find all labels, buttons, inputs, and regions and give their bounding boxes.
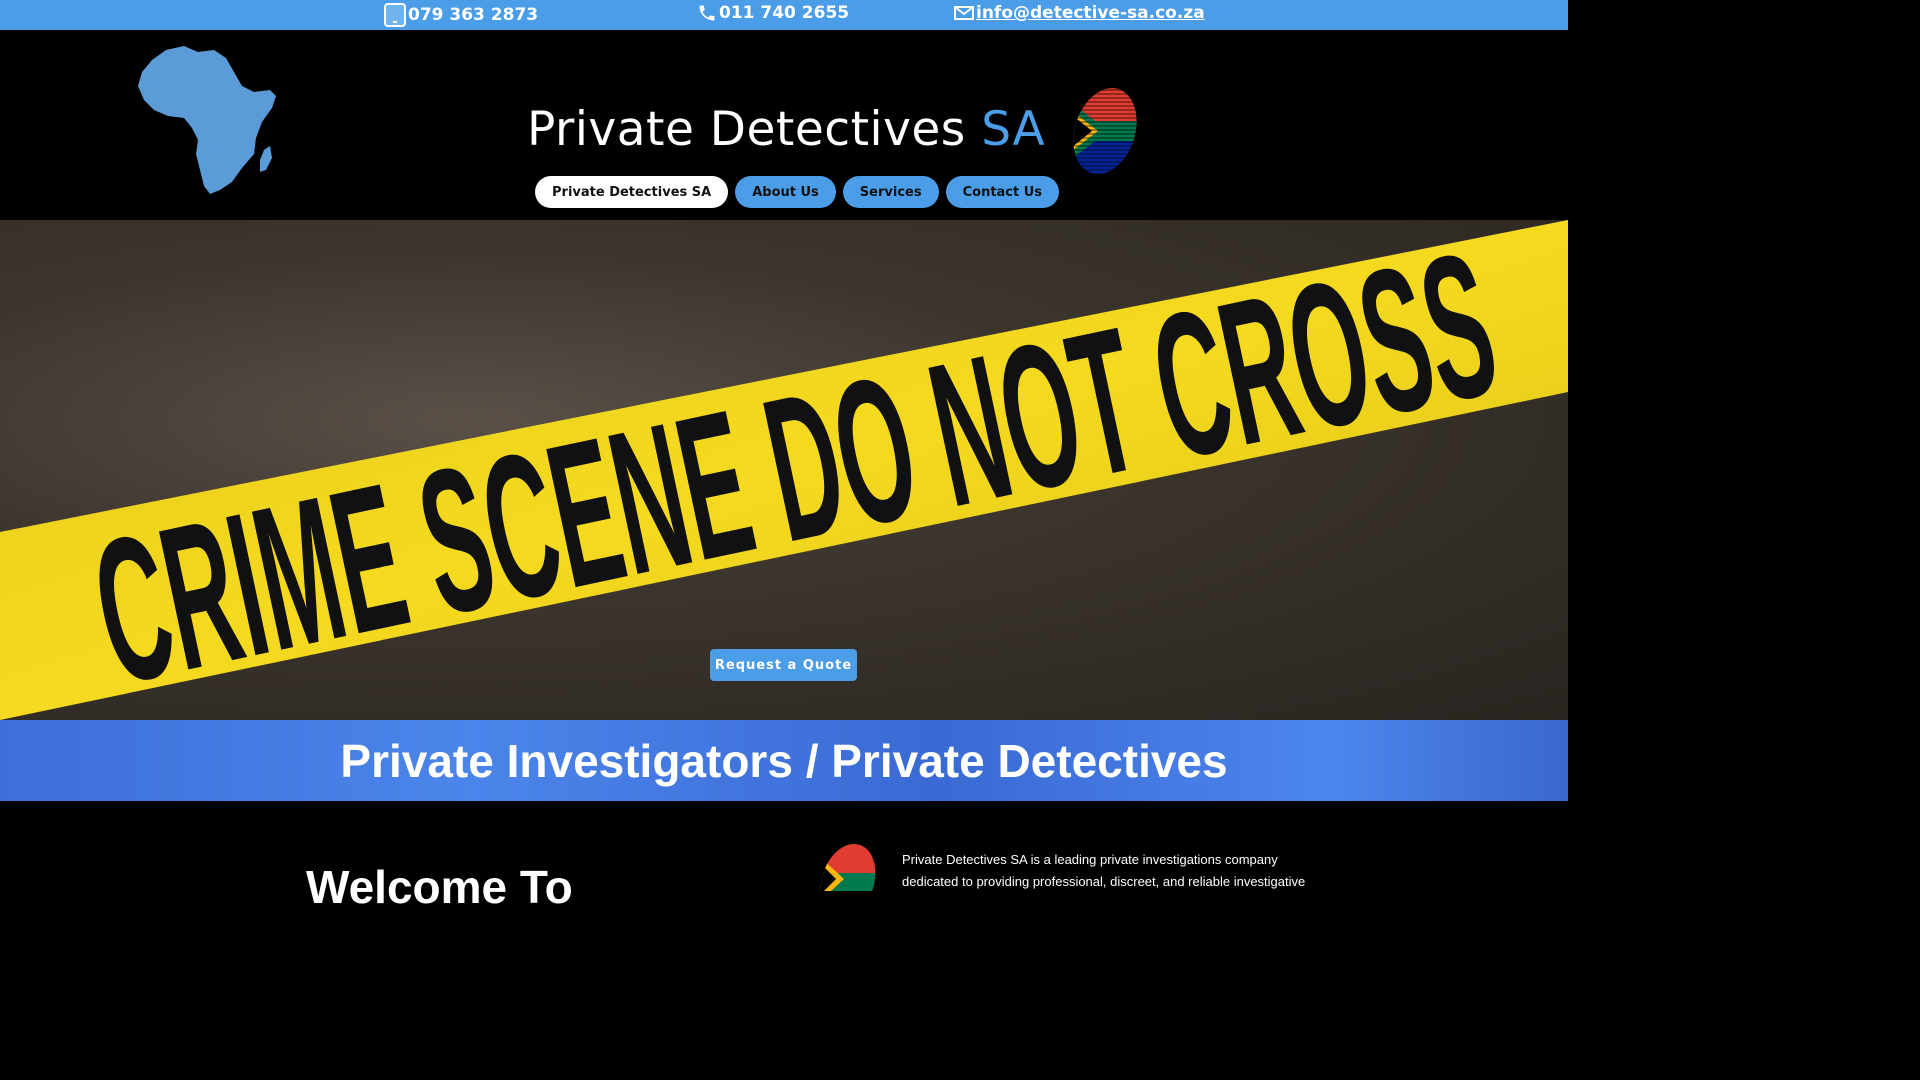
phone-number[interactable]: 011 740 2655 bbox=[719, 3, 849, 23]
intro-section: Welcome To Private Detectives SA is a le… bbox=[0, 801, 1568, 913]
contact-bar: 079 363 2873 011 740 2655 info@detective… bbox=[0, 0, 1568, 30]
email-link[interactable]: info@detective-sa.co.za bbox=[976, 3, 1205, 23]
intro-text: Private Detectives SA is a leading priva… bbox=[902, 852, 1306, 889]
africa-map-logo bbox=[138, 46, 276, 194]
tape-text: CRIME SCENE DO NOT CROSS bbox=[77, 220, 1514, 720]
mobile-phone-icon bbox=[384, 3, 406, 27]
site-header: Private Detectives SA Private Detectives… bbox=[0, 30, 1568, 220]
sa-flag-fingerprint-small bbox=[818, 841, 876, 891]
hero-image: CRIME SCENE DO NOT CROSS Request a Quote bbox=[0, 220, 1568, 720]
envelope-icon bbox=[954, 6, 974, 20]
site-title[interactable]: Private Detectives SA bbox=[527, 102, 1045, 157]
blue-banner: Private Investigators / Private Detectiv… bbox=[0, 720, 1568, 801]
nav-services[interactable]: Services bbox=[842, 176, 939, 208]
email-contact[interactable]: info@detective-sa.co.za bbox=[954, 3, 1205, 23]
sa-flag-fingerprint-logo bbox=[1072, 85, 1138, 177]
banner-title: Private Investigators / Private Detectiv… bbox=[340, 735, 1228, 787]
main-nav: Private Detectives SA About Us Services … bbox=[535, 176, 1060, 208]
site-title-main: Private Detectives bbox=[527, 102, 982, 157]
phone-contact[interactable]: 011 740 2655 bbox=[697, 3, 849, 23]
nav-home[interactable]: Private Detectives SA bbox=[535, 176, 729, 208]
crime-scene-tape: CRIME SCENE DO NOT CROSS bbox=[0, 220, 1568, 720]
request-quote-button[interactable]: Request a Quote bbox=[710, 649, 857, 681]
mobile-number[interactable]: 079 363 2873 bbox=[408, 5, 538, 25]
phone-icon bbox=[699, 5, 715, 21]
mobile-contact[interactable]: 079 363 2873 bbox=[384, 3, 538, 27]
welcome-heading: Welcome To bbox=[306, 861, 573, 913]
nav-about-us[interactable]: About Us bbox=[735, 176, 836, 208]
site-title-accent: SA bbox=[981, 102, 1046, 157]
nav-contact-us[interactable]: Contact Us bbox=[945, 176, 1060, 208]
